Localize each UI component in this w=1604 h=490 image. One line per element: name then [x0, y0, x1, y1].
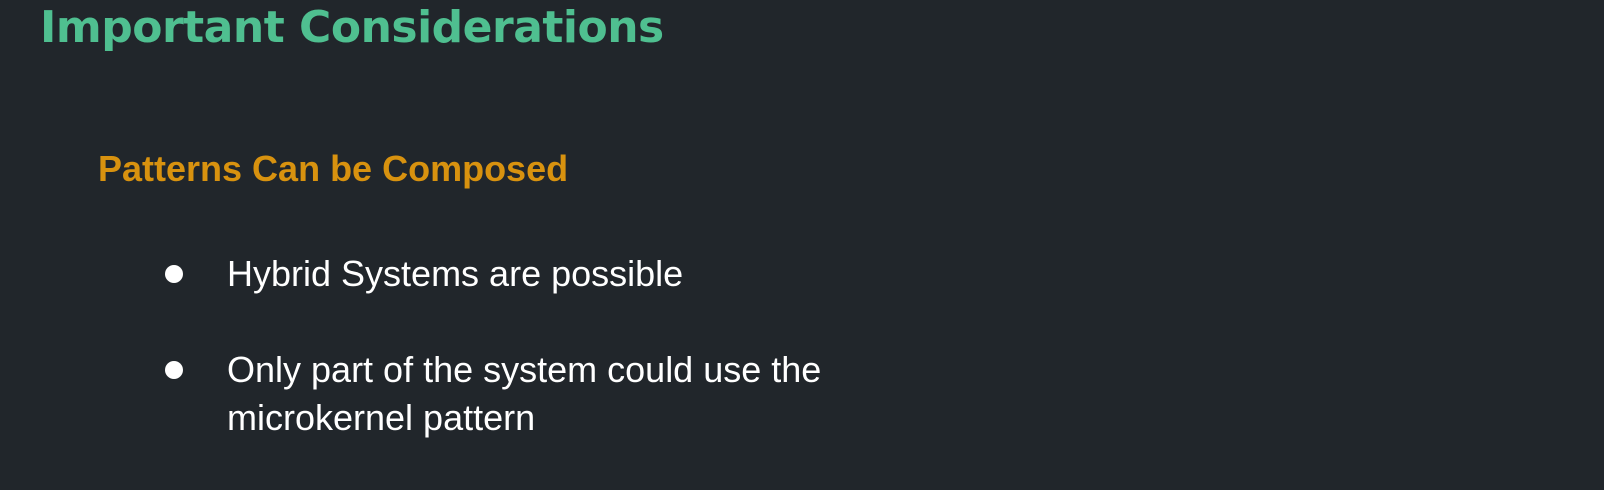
bullet-text: Hybrid Systems are possible	[227, 253, 684, 294]
bullet-icon	[165, 361, 183, 379]
slide: Important Considerations Patterns Can be…	[0, 0, 1604, 481]
bullet-text: Only part of the system could use the mi…	[227, 349, 822, 438]
bullet-icon	[165, 265, 183, 283]
slide-subtitle: Patterns Can be Composed	[98, 148, 569, 189]
bullet-item: Hybrid Systems are possible	[165, 250, 927, 298]
bullet-list: Hybrid Systems are possible Only part of…	[165, 250, 1065, 490]
bullet-item: Only part of the system could use the mi…	[165, 346, 927, 442]
slide-title: Important Considerations	[40, 2, 664, 53]
